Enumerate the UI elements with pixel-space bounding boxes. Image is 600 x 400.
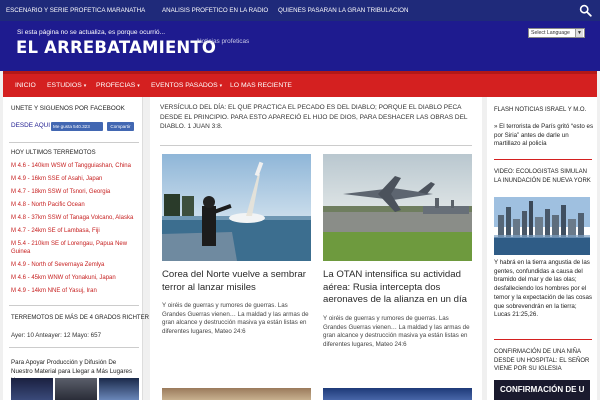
language-select[interactable]: Select Language ▼ <box>528 28 585 38</box>
verse-of-the-day: VERSÍCULO DEL DÍA: EL QUE PRACTICA EL PE… <box>160 104 468 130</box>
main-content: VERSÍCULO DEL DÍA: EL QUE PRACTICA EL PE… <box>150 97 482 400</box>
article-image[interactable] <box>323 388 472 400</box>
quake-link[interactable]: M 4.7 - 18km SSW of Tsnori, Georgia <box>11 188 139 196</box>
quake-link[interactable]: M 5.4 - 210km SE of Lorengau, Papua New … <box>11 240 139 256</box>
video-title[interactable]: VIDEO: ECOLOGISTAS SIMULAN LA INUNDACIÓN… <box>494 168 592 185</box>
richter-title: TERREMOTOS DE MÁS DE 4 GRADOS RICHTER <box>11 315 149 321</box>
divider <box>494 159 592 160</box>
promo-image[interactable] <box>55 378 97 400</box>
update-notice: Si esta página no se actualiza, es porqu… <box>17 29 166 36</box>
menu-item-inicio[interactable]: INICIO <box>15 74 36 97</box>
quake-link[interactable]: M 4.6 - 140km WSW of Tangguiashan, China <box>11 162 139 170</box>
divider <box>9 142 139 143</box>
flash-news-item[interactable]: » El terrorista de París gritó “esto es … <box>494 123 594 149</box>
facebook-share-button[interactable]: Compartir <box>107 122 134 131</box>
chevron-down-icon: ▾ <box>83 83 87 89</box>
chevron-down-icon: ▾ <box>137 83 140 89</box>
quake-link[interactable]: M 4.9 - North of Severnaya Zemlya <box>11 261 139 269</box>
site-header: Si esta página no se actualiza, es porqu… <box>0 21 600 71</box>
article-title[interactable]: Corea del Norte vuelve a sembrar terror … <box>162 269 312 294</box>
menu-item-lo-mas-reciente[interactable]: LO MAS RECIENTE <box>230 74 292 97</box>
top-nav: ESCENARIO Y SERIE PROFETICA MARANATHA AN… <box>0 0 600 21</box>
article-excerpt: Y oiréis de guerras y rumores de guerras… <box>162 302 309 335</box>
quake-link[interactable]: M 4.9 - 14km NNE of Yasuj, Iran <box>11 287 139 295</box>
flash-news-title: FLASH NOTICIAS ISRAEL Y M.O. <box>494 107 587 113</box>
topnav-link-tribulacion[interactable]: QUIENES PASARAN LA GRAN TRIBULACION <box>278 0 408 21</box>
menu-item-label: LO MAS RECIENTE <box>230 82 292 89</box>
divider <box>9 347 139 348</box>
menu-item-estudios[interactable]: ESTUDIOS ▾ <box>47 74 86 97</box>
topnav-link-escenario[interactable]: ESCENARIO Y SERIE PROFETICA MARANATHA <box>6 0 145 21</box>
facebook-like-button[interactable]: Me gusta 540.323 <box>51 122 103 131</box>
language-select-value: Select Language <box>531 30 570 36</box>
article-image-nato-jets[interactable] <box>323 154 472 261</box>
menu-item-eventos-pasados[interactable]: EVENTOS PASADOS ▾ <box>151 74 222 97</box>
quake-link[interactable]: M 4.6 - 45km WNW of Yonakuni, Japan <box>11 274 139 282</box>
desde-aqui-label: DESDE AQUI <box>11 122 51 129</box>
promo-thumbnails[interactable] <box>11 378 139 400</box>
promo-image[interactable] <box>11 378 53 400</box>
confirmation-title[interactable]: CONFIRMACIÓN DE UNA NIÑA DESDE UN HOSPIT… <box>494 348 592 374</box>
quake-link[interactable]: M 4.7 - 24km SE of Lambasa, Fiji <box>11 227 139 235</box>
menu-item-profecias[interactable]: PROFECIAS ▾ <box>96 74 140 97</box>
left-sidebar: UNETE Y SIGUENOS POR FACEBOOK DESDE AQUI… <box>3 97 149 400</box>
site-title[interactable]: EL ARREBATAMIENTO <box>16 38 216 57</box>
chevron-down-icon: ▼ <box>575 29 583 37</box>
site-tagline: Noticias profeticas <box>197 38 250 45</box>
quake-link[interactable]: M 4.8 - 37km SSW of Tanaga Volcano, Alas… <box>11 214 139 222</box>
menu-item-label: INICIO <box>15 82 36 89</box>
menu-item-label: PROFECIAS <box>96 82 136 89</box>
video-thumbnail-new-york[interactable] <box>494 197 590 255</box>
right-sidebar: FLASH NOTICIAS ISRAEL Y M.O. » El terror… <box>487 97 597 400</box>
video-description: Y habrá en la tierra angustia de las gen… <box>494 259 593 319</box>
quake-link[interactable]: M 4.9 - 16km SSE of Asahi, Japan <box>11 175 139 183</box>
facebook-widget-title: UNETE Y SIGUENOS POR FACEBOOK <box>11 105 125 112</box>
richter-counts: Ayer: 10 Anteayer: 12 Mayo: 657 <box>11 332 102 339</box>
article-excerpt: Y oiréis de guerras y rumores de guerras… <box>323 315 470 348</box>
divider <box>160 145 472 146</box>
divider <box>9 305 139 306</box>
article-image-north-korea[interactable] <box>162 154 311 261</box>
confirmation-banner[interactable]: CONFIRMACIÓN DE U <box>494 380 590 400</box>
earthquakes-title: HOY ULTIMOS TERREMOTOS <box>11 150 96 156</box>
main-menu: INICIO ESTUDIOS ▾ PROFECIAS ▾ EVENTOS PASA… <box>3 71 597 97</box>
article-title[interactable]: La OTAN intensifica su actividad aérea: … <box>323 269 474 307</box>
article-image[interactable] <box>162 388 311 400</box>
topnav-link-analisis[interactable]: ANALISIS PROFETICO EN LA RADIO <box>162 0 268 21</box>
promo-image[interactable] <box>99 378 139 400</box>
menu-item-label: EVENTOS PASADOS <box>151 82 218 89</box>
quake-link[interactable]: M 4.8 - North Pacific Ocean <box>11 201 139 209</box>
chevron-down-icon: ▾ <box>219 83 223 89</box>
divider <box>494 339 592 340</box>
search-icon[interactable] <box>579 4 592 17</box>
menu-item-label: ESTUDIOS <box>47 82 82 89</box>
